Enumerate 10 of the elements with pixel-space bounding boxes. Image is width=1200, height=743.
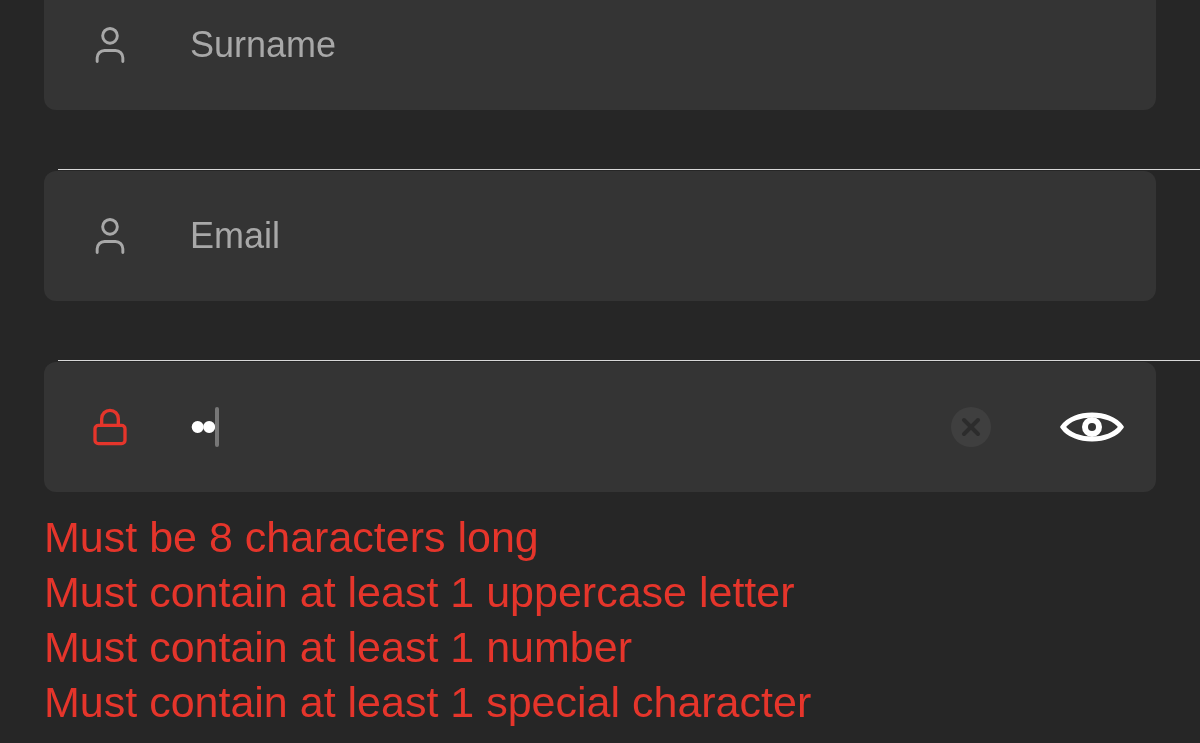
input-field[interactable]: Surname <box>44 0 1156 110</box>
error-message: Must be 8 characters long <box>44 512 540 563</box>
input-field[interactable]: Email <box>44 171 1156 301</box>
password-value: •• <box>190 405 213 449</box>
text-input[interactable]: Surname <box>190 18 1124 72</box>
text-input[interactable]: Email <box>190 209 1124 263</box>
error-message: Must contain at least 1 uppercase letter <box>44 567 796 618</box>
error-message: Must contain at least 1 special character <box>44 677 813 728</box>
input-field[interactable]: •• <box>44 362 1156 492</box>
error-message: Must contain at least 1 number <box>44 622 633 673</box>
